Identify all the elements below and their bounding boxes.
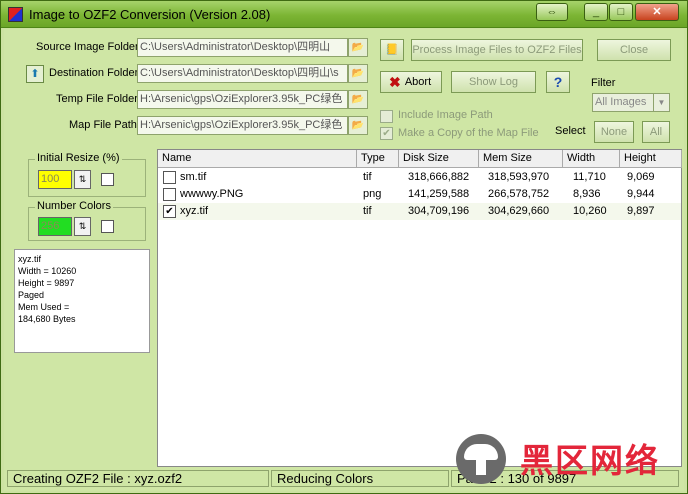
cell-height: 9,897	[627, 205, 655, 217]
maximize-button[interactable]: □	[609, 3, 633, 21]
minimize-button[interactable]: _	[584, 3, 608, 21]
cell-mem-size: 318,593,970	[488, 171, 550, 183]
map-file-field[interactable]: H:\Arsenic\gps\OziExplorer3.95k_PC绿色	[137, 116, 348, 135]
close-button[interactable]: Close	[597, 39, 671, 61]
notepad-icon[interactable]: 📒	[380, 39, 404, 61]
destination-folder-field[interactable]: C:\Users\Administrator\Desktop\四明山\s	[137, 64, 348, 83]
table-row[interactable]: sm.tif tif 318,666,882 318,593,970 11,71…	[158, 169, 681, 186]
destination-folder-label: Destination Folder	[49, 67, 139, 79]
resize-spinner-icon[interactable]: ⇅	[74, 170, 91, 189]
status-file: Creating OZF2 File : xyz.ozf2	[7, 470, 269, 487]
cell-name: xyz.tif	[180, 205, 209, 217]
colors-input[interactable]: 256	[38, 217, 72, 236]
client-area: Source Image Folder C:\Users\Administrat…	[4, 29, 684, 491]
column-header-mem-size[interactable]: Mem Size	[479, 150, 563, 168]
select-none-button[interactable]: None	[594, 121, 634, 143]
filter-label: Filter	[591, 77, 616, 89]
include-path-checkbox[interactable]	[380, 110, 393, 123]
row-checkbox[interactable]: ✔	[163, 205, 176, 218]
cell-mem-size: 304,629,660	[488, 205, 550, 217]
up-arrow-button[interactable]: ⬆	[26, 65, 44, 83]
filter-value: All Images	[595, 96, 647, 108]
info-line: Height = 9897	[18, 278, 75, 288]
table-row[interactable]: wwwwy.PNG png 141,259,588 266,578,752 8,…	[158, 186, 681, 203]
restore-arrows-button[interactable]: ⇔	[536, 3, 568, 21]
close-window-button[interactable]: ✕	[635, 3, 679, 21]
info-line: xyz.tif	[18, 254, 42, 264]
source-folder-label: Source Image Folder	[36, 41, 139, 53]
cell-width: 10,260	[573, 205, 607, 217]
chevron-down-icon: ▼	[653, 94, 669, 111]
colors-checkbox[interactable]	[101, 220, 114, 233]
table-row[interactable]: ✔ xyz.tif tif 304,709,196 304,629,660 10…	[158, 203, 681, 220]
resize-checkbox[interactable]	[101, 173, 114, 186]
show-log-button[interactable]: Show Log	[451, 71, 536, 93]
destination-folder-browse-icon[interactable]: 📂	[348, 64, 368, 83]
watermark-text: 黑区网络	[520, 441, 660, 480]
info-line: Mem Used =	[18, 302, 70, 312]
cell-disk-size: 141,259,588	[408, 188, 470, 200]
map-file-browse-icon[interactable]: 📂	[348, 116, 368, 135]
row-checkbox[interactable]	[163, 171, 176, 184]
cell-type: tif	[363, 171, 372, 183]
column-header-type[interactable]: Type	[357, 150, 399, 168]
map-file-label: Map File Path	[69, 119, 137, 131]
image-info-panel: xyz.tif Width = 10260 Height = 9897 Page…	[14, 249, 150, 353]
process-button[interactable]: Process Image Files to OZF2 Files	[411, 39, 583, 61]
abort-x-icon: ✖	[389, 74, 401, 90]
cell-disk-size: 318,666,882	[408, 171, 470, 183]
cell-height: 9,069	[627, 171, 655, 183]
colors-label: Number Colors	[35, 200, 113, 212]
make-copy-checkbox[interactable]: ✔	[380, 127, 393, 140]
temp-folder-field[interactable]: H:\Arsenic\gps\OziExplorer3.95k_PC绿色	[137, 90, 348, 109]
abort-label: Abort	[404, 76, 432, 88]
column-header-name[interactable]: Name	[158, 150, 357, 168]
select-all-button[interactable]: All	[642, 121, 670, 143]
help-button[interactable]: ?	[546, 71, 570, 93]
info-line: Width = 10260	[18, 266, 77, 276]
column-header-width[interactable]: Width	[563, 150, 620, 168]
file-list[interactable]: Name Type Disk Size Mem Size Width Heigh…	[157, 149, 682, 467]
make-copy-label: Make a Copy of the Map File	[398, 127, 539, 139]
temp-folder-browse-icon[interactable]: 📂	[348, 90, 368, 109]
info-line: Paged	[18, 290, 45, 300]
resize-label: Initial Resize (%)	[35, 152, 122, 164]
source-folder-field[interactable]: C:\Users\Administrator\Desktop\四明山	[137, 38, 348, 57]
abort-button[interactable]: ✖ Abort	[380, 71, 442, 93]
select-label: Select	[555, 125, 586, 137]
cell-name: wwwwy.PNG	[180, 188, 244, 200]
column-header-disk-size[interactable]: Disk Size	[399, 150, 479, 168]
cell-name: sm.tif	[180, 171, 207, 183]
main-window: Image to OZF2 Conversion (Version 2.08) …	[0, 0, 688, 494]
temp-folder-label: Temp File Folder	[56, 93, 138, 105]
include-path-label: Include Image Path	[398, 109, 493, 121]
app-icon	[8, 7, 23, 22]
cell-width: 8,936	[573, 188, 601, 200]
cell-type: png	[363, 188, 382, 200]
colors-spinner-icon[interactable]: ⇅	[74, 217, 91, 236]
watermark-logo: 黑区网络	[450, 432, 685, 490]
filter-select[interactable]: All Images ▼	[592, 93, 670, 112]
resize-input[interactable]: 100	[38, 170, 72, 189]
info-line: 184,680 Bytes	[18, 314, 76, 324]
status-stage: Reducing Colors	[271, 470, 449, 487]
cell-width: 11,710	[573, 171, 606, 183]
cell-type: tif	[363, 205, 372, 217]
title-bar[interactable]: Image to OZF2 Conversion (Version 2.08) …	[1, 1, 687, 28]
source-folder-browse-icon[interactable]: 📂	[348, 38, 368, 57]
window-title: Image to OZF2 Conversion (Version 2.08)	[29, 7, 271, 22]
cell-height: 9,944	[627, 188, 655, 200]
column-header-height[interactable]: Height	[620, 150, 682, 168]
cell-disk-size: 304,709,196	[408, 205, 470, 217]
mushroom-icon	[456, 434, 506, 484]
cell-mem-size: 266,578,752	[488, 188, 550, 200]
row-checkbox[interactable]	[163, 188, 176, 201]
